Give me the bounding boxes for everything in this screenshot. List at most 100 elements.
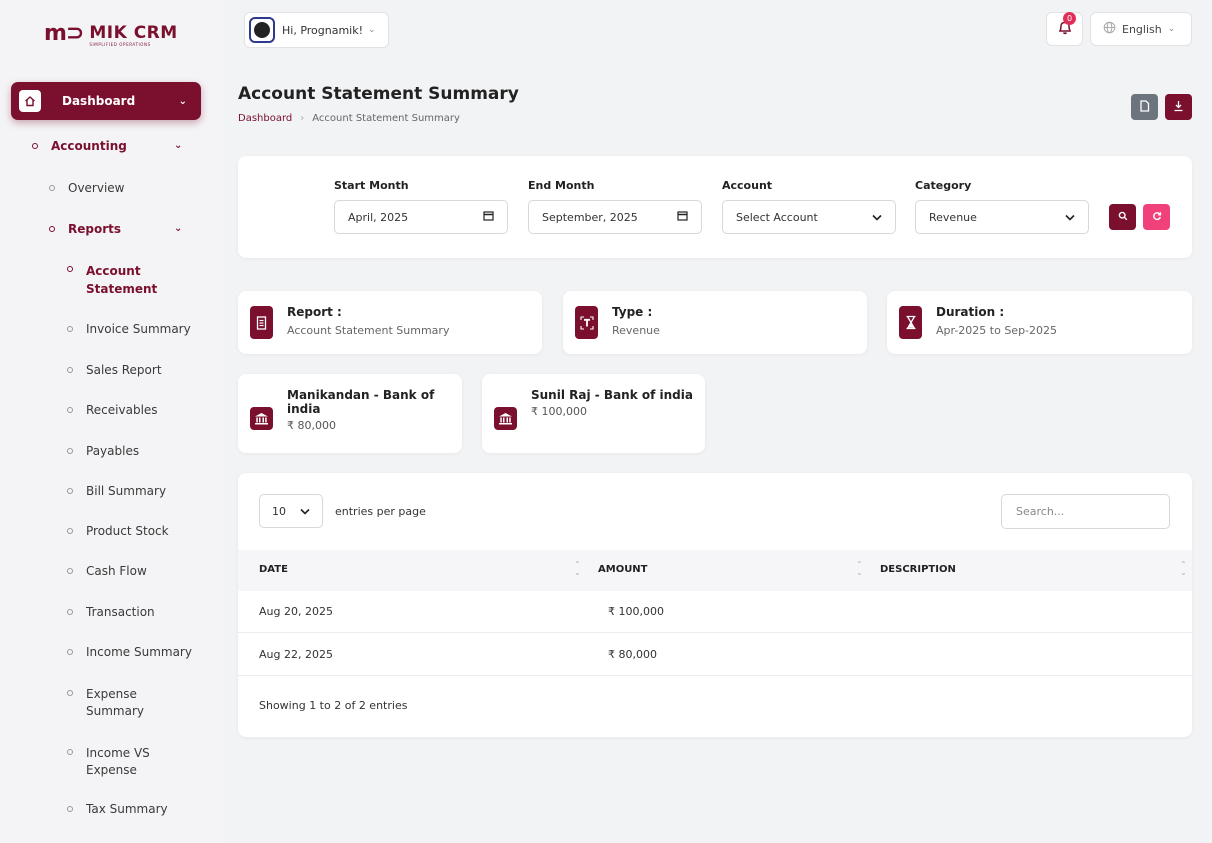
sidebar: m⊃ MIK CRM SIMPLIFIED OPERATIONS Dashboa… [0, 0, 222, 843]
refresh-icon [1152, 210, 1162, 224]
column-header-description[interactable]: DESCRIPTION [880, 564, 956, 575]
search-button[interactable] [1109, 204, 1136, 230]
sidebar-item-product-stock[interactable]: Product Stock [67, 524, 169, 538]
sort-icon[interactable]: ⌃ ⌄ [1180, 561, 1187, 577]
report-value: Account Statement Summary [287, 324, 450, 337]
sidebar-item-income-vs-expense[interactable]: Income VS Expense [67, 745, 166, 779]
table-info: Showing 1 to 2 of 2 entries [259, 699, 408, 712]
chevron-down-icon: ⌄ [1167, 24, 1176, 34]
bullet-icon [67, 488, 73, 494]
breadcrumb-current: Account Statement Summary [312, 113, 460, 124]
bank-account-name: Sunil Raj - Bank of india [531, 388, 693, 402]
language-label: English [1122, 22, 1162, 36]
sidebar-item-cash-flow[interactable]: Cash Flow [67, 564, 147, 578]
calendar-icon[interactable] [677, 210, 688, 224]
app-logo[interactable]: m⊃ MIK CRM SIMPLIFIED OPERATIONS [44, 21, 178, 48]
entries-per-page-select[interactable]: 10 [259, 494, 323, 528]
bullet-icon [32, 143, 38, 149]
sidebar-item-label: Expense Summary [86, 687, 144, 718]
entries-per-page-value: 10 [272, 504, 286, 518]
table-row: Aug 22, 2025 ₹ 80,000 [238, 634, 1192, 676]
bank-account-amount: ₹ 80,000 [287, 419, 336, 432]
calendar-icon[interactable] [483, 210, 494, 224]
table-search-input[interactable]: Search... [1001, 494, 1170, 529]
sidebar-item-label: Reports [68, 222, 122, 236]
account-label: Account [722, 179, 773, 192]
sidebar-item-account-statement[interactable]: Account Statement [67, 262, 177, 298]
bank-account-amount: ₹ 100,000 [531, 405, 587, 418]
sort-icon[interactable]: ⌃ ⌄ [856, 561, 863, 577]
sidebar-item-payables[interactable]: Payables [67, 444, 139, 458]
bank-icon [494, 407, 517, 430]
sidebar-item-invoice-summary[interactable]: Invoice Summary [67, 322, 191, 336]
avatar [249, 17, 275, 43]
account-select-value: Select Account [736, 210, 818, 224]
sidebar-item-reports[interactable]: Reports ⌄ [49, 222, 192, 236]
sidebar-item-receivables[interactable]: Receivables [67, 403, 158, 417]
sidebar-item-label: Account Statement [86, 264, 158, 296]
bank-card: Manikandan - Bank of india ₹ 80,000 [238, 374, 462, 453]
export-pdf-button[interactable] [1131, 94, 1158, 120]
end-month-input[interactable]: September, 2025 [528, 200, 702, 234]
table-row: Aug 20, 2025 ₹ 100,000 [238, 591, 1192, 633]
sidebar-item-label: Transaction [86, 605, 155, 619]
entries-per-page: 10 entries per page [259, 494, 426, 528]
bullet-icon [67, 568, 73, 574]
user-greeting: Hi, Prognamik! [282, 23, 364, 37]
duration-value: Apr-2025 to Sep-2025 [936, 324, 1058, 337]
start-month-field: Start Month April, 2025 [334, 179, 508, 234]
breadcrumb-link-dashboard[interactable]: Dashboard [238, 113, 292, 124]
page-title: Account Statement Summary [238, 84, 519, 104]
notification-count-badge: 0 [1063, 12, 1076, 25]
notification-button[interactable]: 0 [1046, 12, 1083, 46]
search-placeholder: Search... [1016, 505, 1065, 518]
document-icon [250, 306, 273, 339]
breadcrumb: Dashboard › Account Statement Summary [238, 113, 460, 124]
chevron-down-icon [872, 211, 882, 224]
entries-per-page-label: entries per page [335, 504, 426, 518]
file-icon [1139, 99, 1150, 115]
sidebar-item-label: Receivables [86, 403, 158, 417]
column-header-amount[interactable]: AMOUNT [598, 564, 648, 575]
sidebar-item-income-summary[interactable]: Income Summary [67, 645, 192, 659]
column-header-date[interactable]: DATE [259, 564, 288, 575]
duration-label: Duration : [936, 305, 1005, 319]
category-select[interactable]: Revenue [915, 200, 1089, 234]
download-button[interactable] [1165, 94, 1192, 120]
search-icon [1118, 210, 1128, 224]
sidebar-item-bill-summary[interactable]: Bill Summary [67, 484, 166, 498]
bank-account-name: Manikandan - Bank of india [287, 388, 435, 416]
breadcrumb-separator-icon: › [300, 113, 305, 124]
account-select[interactable]: Select Account [722, 200, 896, 234]
table-header: DATE ⌃ ⌄ AMOUNT ⌃ ⌄ DESCRIPTION ⌃ ⌄ [238, 550, 1192, 591]
bullet-icon [67, 528, 73, 534]
sidebar-item-sales-report[interactable]: Sales Report [67, 363, 162, 377]
language-selector[interactable]: English ⌄ [1090, 12, 1192, 46]
bank-icon [250, 407, 273, 430]
bullet-icon [67, 609, 73, 615]
bullet-icon [67, 266, 73, 272]
bullet-icon [67, 690, 73, 696]
sort-icon[interactable]: ⌃ ⌄ [574, 561, 581, 577]
sidebar-item-dashboard[interactable]: Dashboard ⌄ [11, 82, 201, 120]
logo-name: MIK CRM [89, 23, 178, 43]
sidebar-item-tax-summary[interactable]: Tax Summary [67, 802, 168, 816]
chevron-down-icon [300, 505, 310, 518]
cell-amount: ₹ 100,000 [608, 605, 664, 618]
sidebar-item-transaction[interactable]: Transaction [67, 605, 155, 619]
start-month-input[interactable]: April, 2025 [334, 200, 508, 234]
end-month-value: September, 2025 [542, 210, 638, 224]
sidebar-item-label: Payables [86, 444, 140, 458]
bank-card: Sunil Raj - Bank of india ₹ 100,000 [482, 374, 705, 453]
category-select-value: Revenue [929, 210, 977, 224]
globe-icon [1103, 21, 1116, 37]
sidebar-item-overview[interactable]: Overview [49, 181, 125, 195]
reset-button[interactable] [1143, 204, 1170, 230]
cell-date: Aug 22, 2025 [259, 648, 333, 661]
sidebar-item-accounting[interactable]: Accounting ⌄ [32, 139, 192, 153]
chevron-down-icon: ⌄ [174, 140, 183, 151]
logo-mark: m⊃ [44, 21, 84, 46]
user-menu[interactable]: Hi, Prognamik! ⌄ [244, 12, 389, 48]
sidebar-item-label: Invoice Summary [86, 322, 191, 336]
sidebar-item-expense-summary[interactable]: Expense Summary [67, 686, 166, 720]
